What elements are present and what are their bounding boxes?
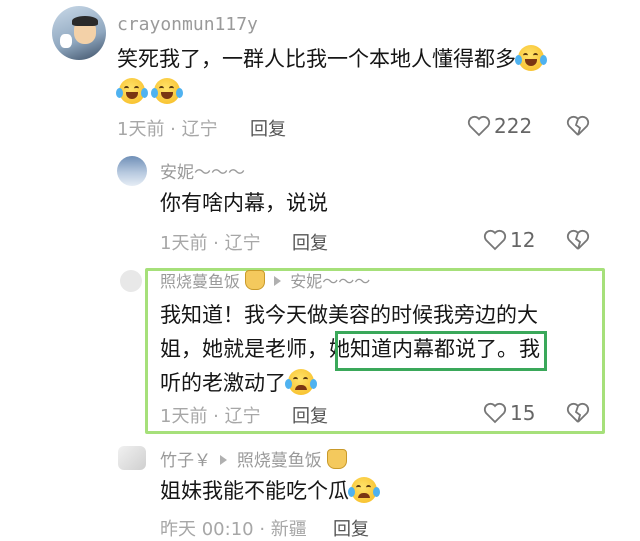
heart-outline-icon[interactable] <box>483 229 507 251</box>
reply-arrow-icon <box>220 455 228 465</box>
comment-text-line: 听的老激动了 <box>160 366 590 400</box>
reply-button[interactable]: 回复 <box>292 402 328 428</box>
comment-text-line: 我知道！我今天做美容的时候我旁边的大 <box>160 303 538 327</box>
reply-to-username[interactable]: 安妮～～～ <box>290 272 370 291</box>
comment-text-part: 姐，她就是老师， <box>160 337 328 361</box>
crying-emoji-icon <box>285 369 317 395</box>
comment-username[interactable]: 照烧蔓鱼饭 <box>160 272 240 291</box>
comment-text: 笑死我了，一群人比我一个本地人懂得都多 <box>117 42 597 76</box>
comment-username[interactable]: crayonmun117y <box>117 14 258 35</box>
avatar[interactable] <box>118 446 146 470</box>
comment-username-row: 照烧蔓鱼饭 安妮～～～ <box>160 268 370 292</box>
avatar[interactable] <box>52 6 106 60</box>
reply-button[interactable]: 回复 <box>292 229 328 255</box>
comment-username[interactable]: 安妮～～～ <box>160 158 245 183</box>
comment-meta: 1天前 · 辽宁 <box>117 119 218 140</box>
crying-emoji-icon <box>348 477 380 503</box>
reply-button[interactable]: 回复 <box>250 115 286 141</box>
like-count: 15 <box>510 401 536 425</box>
avatar[interactable] <box>117 156 147 186</box>
comment-meta: 昨天 00:10 · 新疆 <box>160 519 307 540</box>
pot-badge-icon <box>245 270 266 290</box>
comment-text: 你有啥内幕，说说 <box>160 191 328 215</box>
heart-outline-icon[interactable] <box>483 402 507 424</box>
reply-arrow-icon <box>274 276 282 286</box>
broken-heart-icon[interactable] <box>566 115 590 137</box>
heart-outline-icon[interactable] <box>467 115 491 137</box>
reply-to-username[interactable]: 照烧蔓鱼饭 <box>237 451 322 471</box>
comment-text-part: 听的老激动了 <box>160 371 286 395</box>
comment-username-row: 竹子￥ 照烧蔓鱼饭 <box>160 446 348 471</box>
laughing-tears-emoji-icon <box>151 78 184 104</box>
laughing-tears-emoji-icon <box>116 78 148 104</box>
reply-button[interactable]: 回复 <box>333 515 369 541</box>
laughing-tears-emoji-icon <box>515 45 547 71</box>
comment-meta: 1天前 · 辽宁 <box>160 406 261 427</box>
comment-text-body: 姐妹我能不能吃个瓜 <box>160 479 349 503</box>
pot-badge-icon <box>327 449 348 469</box>
broken-heart-icon[interactable] <box>566 402 590 424</box>
highlight-inner-frame <box>335 331 547 371</box>
comment-username[interactable]: 竹子￥ <box>160 451 211 471</box>
like-count: 222 <box>494 114 533 138</box>
comment-text-body: 笑死我了，一群人比我一个本地人懂得都多 <box>117 47 516 71</box>
comment-text: 姐妹我能不能吃个瓜 <box>160 474 380 508</box>
like-count: 12 <box>510 228 536 252</box>
comment-meta: 1天前 · 辽宁 <box>160 233 261 254</box>
emoji-row <box>116 78 184 104</box>
broken-heart-icon[interactable] <box>566 229 590 251</box>
avatar[interactable] <box>120 270 142 292</box>
